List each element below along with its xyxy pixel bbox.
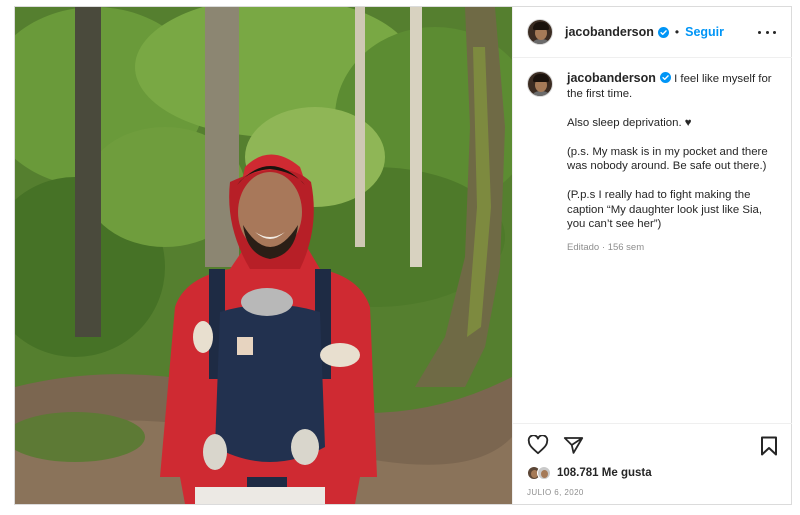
likes-count[interactable]: 108.781 Me gusta [557,467,652,479]
caption-block: jacobanderson I feel like myself for the… [527,71,779,253]
follow-button[interactable]: Seguir [685,25,724,39]
instagram-post: jacobanderson • Seguir jacobanderson I f… [14,6,792,505]
verified-badge-icon [657,26,669,38]
caption-text: jacobanderson I feel like myself for the… [567,71,779,232]
caption-meta: Editado · 156 sem [567,242,779,253]
post-side-panel: jacobanderson • Seguir jacobanderson I f… [512,7,792,504]
caption-line-3: (p.s. My mask is in my pocket and there … [567,145,768,173]
action-bar: 108.781 Me gusta JULIO 6, 2020 [513,423,792,504]
paper-plane-icon[interactable] [563,435,584,455]
caption-line-2: Also sleep deprivation. ♥ [567,116,692,129]
user-avatar[interactable] [527,19,553,45]
bookmark-icon[interactable] [760,436,778,456]
forest-photo-illustration [15,7,512,504]
header-username[interactable]: jacobanderson [565,25,654,39]
caption-avatar[interactable] [527,71,553,97]
post-age[interactable]: 156 sem [608,242,644,253]
meta-separator: · [601,242,606,253]
post-photo[interactable] [15,7,512,504]
caption-line-4: (P.p.s I really had to fight making the … [567,189,763,230]
verified-badge-icon [659,72,671,83]
post-date[interactable]: JULIO 6, 2020 [527,488,584,497]
post-header: jacobanderson • Seguir [513,7,792,58]
action-icons [527,434,584,456]
liker-avatar [537,466,551,480]
more-options-icon[interactable] [758,23,776,41]
header-separator: • [674,25,680,39]
likes-row[interactable]: 108.781 Me gusta [527,466,652,480]
heart-icon[interactable] [527,435,549,455]
caption-username[interactable]: jacobanderson [567,71,656,85]
edited-label: Editado [567,242,600,253]
